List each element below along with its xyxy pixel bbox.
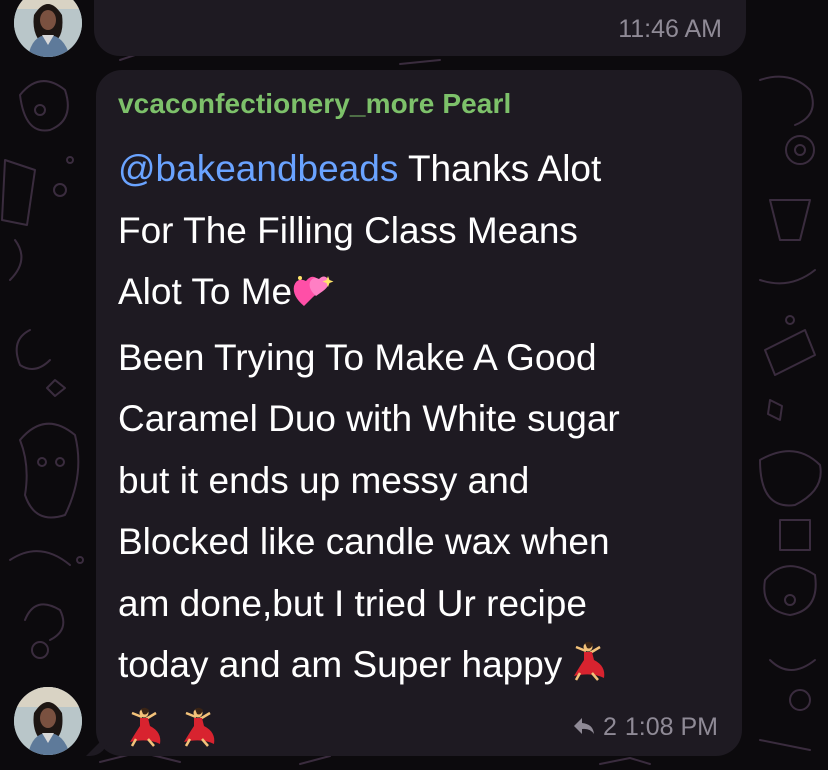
message-time: 1:08 PM (624, 713, 718, 741)
message-line-1: Thanks Alot (398, 148, 602, 189)
message-line-3: Alot To Me (118, 271, 293, 312)
sender-name[interactable]: vcaconfectionery_more Pearl (118, 88, 511, 120)
message-line-2: For The Filling Class Means (118, 209, 578, 251)
message-line-9: today and am Super happy (118, 644, 563, 685)
message-line-5: Caramel Duo with White sugar (118, 398, 620, 439)
sender-avatar[interactable] (14, 687, 82, 755)
previous-message-time: 11:46 AM (618, 15, 722, 43)
previous-message-bubble[interactable]: 11:46 AM (94, 0, 746, 56)
sparkling-hearts-icon (292, 265, 334, 327)
message-line-8: am done,but I tried Ur recipe (118, 582, 587, 624)
message-bubble[interactable]: vcaconfectionery_more Pearl @bakeandbead… (96, 70, 742, 756)
message-line-4: Been Trying To Make A Good (118, 336, 597, 378)
dancing-woman-icon (172, 704, 216, 766)
mention-link[interactable]: @bakeandbeads (118, 148, 398, 189)
message-line-6: but it ends up messy and (118, 459, 530, 501)
message-line-7: Blocked like candle wax when (118, 521, 610, 562)
message-meta: 2 1:08 PM (573, 713, 718, 742)
reply-arrow-icon[interactable] (573, 713, 595, 742)
dancing-woman-icon (562, 638, 606, 700)
dancing-woman-icon (118, 704, 162, 766)
profile-photo-icon (14, 687, 82, 755)
message-text: @bakeandbeads Thanks Alot For The Fillin… (118, 138, 730, 765)
reply-count[interactable]: 2 (603, 713, 617, 742)
